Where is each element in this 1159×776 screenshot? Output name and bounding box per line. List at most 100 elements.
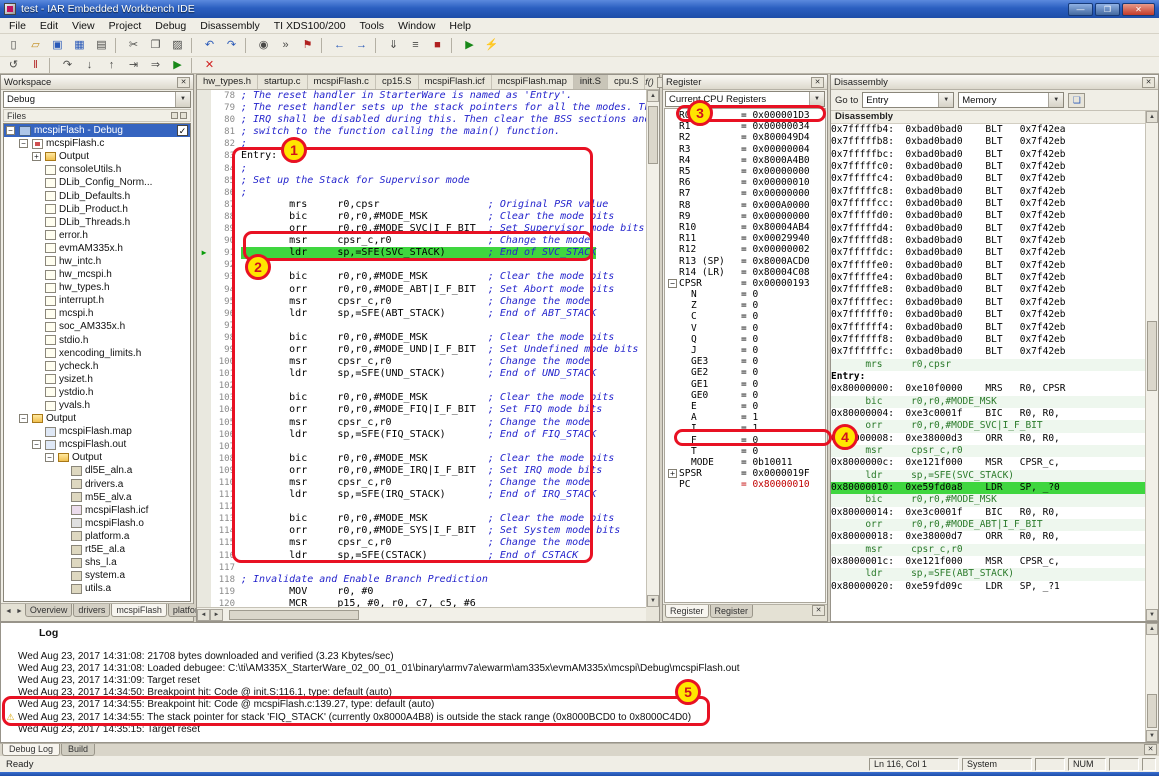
- menu-help[interactable]: Help: [442, 18, 478, 34]
- expander-icon[interactable]: +: [668, 469, 677, 479]
- tree-item[interactable]: mcspiFlash.map: [4, 425, 190, 438]
- code-line[interactable]: 105 msr cpsr_c,r0 ; Change the mode: [197, 416, 646, 429]
- menu-ti-xds100-200[interactable]: TI XDS100/200: [267, 18, 353, 34]
- download-and-debug-button[interactable]: ▶: [459, 36, 480, 55]
- expander-icon[interactable]: −: [19, 414, 28, 424]
- tree-item[interactable]: − mcspiFlash - Debug ✓: [4, 124, 190, 138]
- disassembly-row[interactable]: msr cpsr_c,r0: [831, 444, 1145, 458]
- save-button[interactable]: ▣: [47, 36, 68, 55]
- tree-item[interactable]: DLib_Config_Norm...: [4, 176, 190, 189]
- code-line[interactable]: 114 orr r0,r0,#MODE_SYS|I_F_BIT ; Set Sy…: [197, 525, 646, 538]
- tree-item[interactable]: DLib_Product.h: [4, 203, 190, 216]
- register-row[interactable]: + SPSR = 0x0000019F: [665, 468, 825, 479]
- disassembly-row[interactable]: bic r0,r0,#MODE_MSK: [831, 395, 1145, 408]
- function-list-button[interactable]: f(): [645, 77, 654, 87]
- view-mode-dropdown[interactable]: Memory ▼: [958, 92, 1065, 108]
- close-icon[interactable]: ✕: [177, 76, 190, 88]
- disassembly-row[interactable]: Entry:: [831, 371, 1145, 383]
- make-button[interactable]: ⇓: [383, 36, 404, 55]
- tree-item[interactable]: xencoding_limits.h: [4, 347, 190, 360]
- disassembly-row[interactable]: 0x7fffffe8: 0xbad0bad0 BLT 0x7f42eb: [831, 284, 1145, 296]
- code-line[interactable]: 110 msr cpsr_c,r0 ; Change the mode: [197, 477, 646, 490]
- disassembly-row[interactable]: 0x7fffffec: 0xbad0bad0 BLT 0x7f42eb: [831, 297, 1145, 309]
- register-row[interactable]: R9 = 0x00000000: [665, 211, 825, 222]
- tree-item[interactable]: shs_l.a: [4, 556, 190, 569]
- disassembly-row[interactable]: ldr sp,=SFE(SVC_STACK): [831, 469, 1145, 482]
- code-line[interactable]: 79 ; The reset handler sets up the stack …: [197, 102, 646, 115]
- scrollbar-thumb[interactable]: [648, 106, 658, 164]
- code-editor[interactable]: 78 ; The reset handler in StarterWare is …: [197, 90, 646, 607]
- disassembly-row[interactable]: 0x80000008: 0xe38000d3 ORR R0, R0,: [831, 433, 1145, 445]
- disassembly-row[interactable]: 0x7fffffc4: 0xbad0bad0 BLT 0x7f42eb: [831, 173, 1145, 185]
- code-line[interactable]: 99 orr r0,r0,#MODE_UND|I_F_BIT ; Set Und…: [197, 343, 646, 357]
- editor-tab-hw-types-h[interactable]: hw_types.h: [197, 75, 259, 89]
- tree-item[interactable]: ysizet.h: [4, 373, 190, 386]
- disassembly-row[interactable]: 0x7ffffffc: 0xbad0bad0 BLT 0x7f42eb: [831, 346, 1145, 358]
- register-row[interactable]: R13 (SP) = 0x8000ACD0: [665, 255, 825, 267]
- disassembly-row[interactable]: 0x7ffffff4: 0xbad0bad0 BLT 0x7f42eb: [831, 322, 1145, 334]
- disassembly-row[interactable]: 0x7fffffcc: 0xbad0bad0 BLT 0x7f42eb: [831, 198, 1145, 210]
- configuration-dropdown[interactable]: Debug ▼: [3, 91, 191, 108]
- tab-scroll-right-icon[interactable]: ►: [14, 604, 25, 620]
- code-line[interactable]: 81 ; switch to the function calling the m…: [197, 126, 646, 139]
- tree-item[interactable]: hw_intc.h: [4, 255, 190, 268]
- tree-item[interactable]: dl5E_aln.a: [4, 464, 190, 477]
- disassembly-row[interactable]: 0x7ffffff8: 0xbad0bad0 BLT 0x7f42eb: [831, 334, 1145, 346]
- menu-tools[interactable]: Tools: [353, 18, 392, 34]
- code-line[interactable]: 94 orr r0,r0,#MODE_ABT|I_F_BIT ; Set Abo…: [197, 283, 646, 296]
- menu-disassembly[interactable]: Disassembly: [193, 18, 267, 34]
- debug-without-downloading-button[interactable]: ⚡: [481, 36, 502, 55]
- menu-edit[interactable]: Edit: [33, 18, 65, 34]
- expander-icon[interactable]: −: [45, 453, 54, 463]
- code-line[interactable]: 106 ldr sp,=SFE(FIQ_STACK) ; End of FIQ_…: [197, 428, 646, 441]
- register-group-dropdown[interactable]: Current CPU Registers ▼: [665, 91, 825, 107]
- tree-item[interactable]: DLib_Defaults.h: [4, 189, 190, 202]
- code-line[interactable]: 100 msr cpsr_c,r0 ; Change the mode: [197, 356, 646, 369]
- register-row[interactable]: T = 0: [665, 446, 825, 457]
- register-row[interactable]: N = 0: [665, 289, 825, 300]
- code-line[interactable]: 111 ldr sp,=SFE(IRQ_STACK) ; End of IRQ_…: [197, 489, 646, 502]
- code-line[interactable]: 80 ; IRQ shall be disabled during this. T…: [197, 114, 646, 127]
- code-line[interactable]: 78 ; The reset handler in StarterWare is …: [197, 90, 646, 103]
- register-row[interactable]: R4 = 0x8000A4B0: [665, 155, 825, 166]
- next-statement-button[interactable]: ⇥: [123, 58, 144, 73]
- navigate-backward-button[interactable]: ←: [329, 36, 350, 55]
- code-line[interactable]: 107: [197, 440, 646, 453]
- scrollbar-thumb[interactable]: [1147, 694, 1157, 728]
- code-line[interactable]: 83 Entry:: [197, 150, 646, 163]
- disassembly-row[interactable]: 0x80000004: 0xe3c0001f BIC R0, R0,: [831, 408, 1145, 420]
- minimize-button[interactable]: —: [1068, 2, 1093, 16]
- register-row[interactable]: R8 = 0x000A0000: [665, 200, 825, 211]
- scroll-up-icon[interactable]: ▲: [1146, 111, 1158, 123]
- tree-item[interactable]: system.a: [4, 569, 190, 582]
- disassembly-row[interactable]: msr cpsr_c,r0: [831, 543, 1145, 557]
- register-row[interactable]: C = 0: [665, 311, 825, 322]
- scroll-left-icon[interactable]: ◄: [197, 608, 210, 621]
- register-row[interactable]: A = 1: [665, 412, 825, 423]
- disassembly-row[interactable]: 0x7fffffb4: 0xbad0bad0 BLT 0x7f42ea: [831, 124, 1145, 136]
- expander-icon[interactable]: −: [32, 440, 41, 450]
- code-line[interactable]: ▶ 91 ldr sp,=SFE(SVC_STACK) ; End of SVC_…: [197, 247, 646, 260]
- compile-button[interactable]: ≡: [405, 36, 426, 55]
- register-tab-2[interactable]: Register: [709, 605, 754, 618]
- scroll-down-icon[interactable]: ▼: [647, 595, 659, 607]
- register-row[interactable]: E = 0: [665, 401, 825, 412]
- code-line[interactable]: 96 ldr sp,=SFE(ABT_STACK) ; End of ABT_S…: [197, 307, 646, 320]
- disassembly-row[interactable]: 0x7fffffe0: 0xbad0bad0 BLT 0x7f42eb: [831, 260, 1145, 272]
- tree-item[interactable]: hw_types.h: [4, 281, 190, 294]
- register-row[interactable]: GE3 = 0: [665, 356, 825, 367]
- message-tab-build[interactable]: Build: [61, 744, 96, 756]
- register-row[interactable]: R10 = 0x80004AB4: [665, 222, 825, 233]
- tree-item[interactable]: − Output: [4, 451, 190, 464]
- code-line[interactable]: 109 orr r0,r0,#MODE_IRQ|I_F_BIT ; Set IR…: [197, 464, 646, 477]
- tree-item[interactable]: utils.a: [4, 582, 190, 595]
- tree-item[interactable]: m5E_alv.a: [4, 491, 190, 504]
- scroll-down-icon[interactable]: ▼: [1146, 730, 1158, 742]
- scroll-up-icon[interactable]: ▲: [647, 90, 659, 102]
- redo-button[interactable]: ↷: [221, 36, 242, 55]
- log-vertical-scrollbar[interactable]: ▲ ▼: [1145, 623, 1158, 742]
- disassembly-row[interactable]: 0x7fffffc0: 0xbad0bad0 BLT 0x7f42eb: [831, 161, 1145, 173]
- close-icon[interactable]: ✕: [811, 76, 824, 88]
- menu-window[interactable]: Window: [391, 18, 442, 34]
- editor-vertical-scrollbar[interactable]: ▲ ▼: [646, 90, 659, 607]
